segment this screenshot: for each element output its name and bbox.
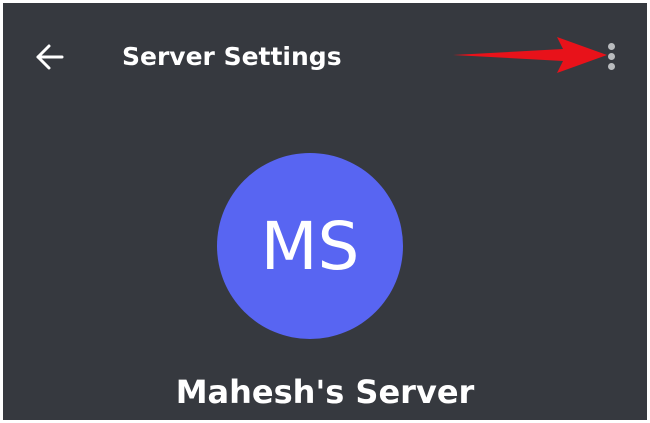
server-icon[interactable]: MS (217, 153, 403, 339)
server-settings-screen: Server Settings MS Mahesh's Server (3, 3, 647, 420)
server-name: Mahesh's Server (175, 373, 475, 411)
more-options-button[interactable] (599, 39, 623, 75)
server-initials: MS (260, 207, 360, 285)
page-title: Server Settings (122, 42, 342, 71)
back-button[interactable] (29, 37, 69, 77)
red-arrow-icon (453, 37, 607, 73)
arrow-left-icon (36, 44, 64, 70)
